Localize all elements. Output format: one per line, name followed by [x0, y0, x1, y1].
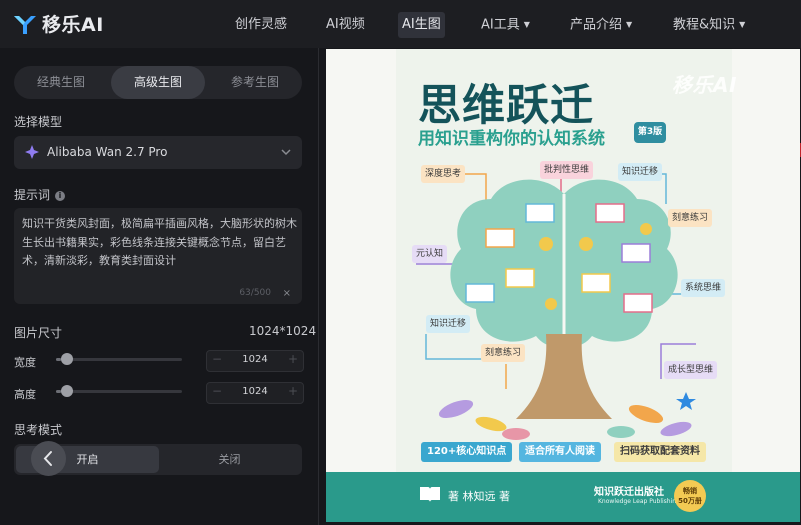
model-star-icon: [24, 144, 40, 164]
width-input[interactable]: 1024: [225, 354, 285, 365]
nav-tutorials[interactable]: 教程&知识 ▼: [673, 12, 745, 38]
tag-deep-thinking: 深度思考: [421, 165, 466, 183]
brand-name: 移乐AI: [42, 14, 104, 36]
pill-qr-resources: 扫码获取配套资料: [614, 442, 706, 462]
clear-icon[interactable]: ×: [283, 288, 291, 299]
nav-label: AI工具: [481, 17, 520, 33]
prompt-label: 提示词 i: [14, 186, 66, 203]
prompt-label-text: 提示词: [14, 188, 51, 202]
tag-critical-thinking: 批判性思维: [540, 161, 594, 179]
tab-classic[interactable]: 经典生图: [14, 66, 108, 99]
badge-line-1: 畅销: [683, 487, 697, 495]
publisher-name: 知识跃迁出版社: [594, 487, 664, 498]
model-label: 选择模型: [14, 115, 63, 129]
watermark: 移乐AI: [672, 73, 737, 97]
prompt-text[interactable]: 知识干货类风封面，极简扁平插画风格，大脑形状的树木生长出书籍果实，彩色线条连接关…: [22, 215, 300, 271]
model-value: Alibaba Wan 2.7 Pro: [47, 145, 168, 159]
minus-icon[interactable]: −: [209, 384, 225, 398]
nav-label: AI视频: [326, 17, 365, 32]
nav-ai-image[interactable]: AI生图: [398, 12, 445, 38]
info-icon[interactable]: i: [55, 191, 66, 201]
height-slider-handle[interactable]: [61, 385, 73, 397]
back-button[interactable]: [31, 441, 66, 476]
cover-footer: 著 林知远 著 知识跃迁出版社 Knowledge Leap Publishin…: [326, 472, 800, 522]
nav-products[interactable]: 产品介绍 ▼: [570, 12, 632, 38]
bestseller-badge: 畅销 50万册: [674, 480, 706, 512]
size-label: 图片尺寸: [14, 326, 63, 340]
chevron-down-icon: [279, 144, 293, 163]
prompt-textarea[interactable]: 知识干货类风封面，极简扁平插画风格，大脑形状的树木生长出书籍果实，彩色线条连接关…: [14, 208, 302, 304]
tag-knowledge-transfer: 知识迁移: [618, 163, 663, 181]
tag-deliberate-practice-2: 刻意练习: [481, 344, 526, 362]
pill-audience: 适合所有人阅读: [519, 442, 601, 462]
thinking-off-button[interactable]: 关闭: [159, 446, 300, 473]
generated-image[interactable]: 思维跃迁 用知识重构你的认知系统 第3版 移乐AI 深度思考 批判性思维 知识迁…: [326, 49, 800, 522]
plus-icon[interactable]: +: [285, 384, 301, 398]
nav-label: 教程&知识: [673, 17, 736, 33]
height-slider[interactable]: [56, 385, 182, 397]
badge-line-2: 50万册: [678, 497, 702, 505]
pill-knowledge-points: 120+核心知识点: [421, 442, 513, 462]
caret-down-icon: ▼: [523, 20, 530, 29]
mode-tabs: 经典生图 高级生图 参考生图: [14, 66, 302, 99]
nav-inspiration[interactable]: 创作灵感: [235, 12, 287, 38]
tab-advanced[interactable]: 高级生图: [111, 66, 205, 99]
width-stepper[interactable]: − 1024 +: [206, 350, 304, 372]
height-input[interactable]: 1024: [225, 386, 285, 397]
nav-label: AI生图: [402, 17, 441, 32]
top-header: 移乐AI 创作灵感 AI视频 AI生图 AI工具 ▼ 产品介绍 ▼ 教程&知识 ▼: [0, 0, 801, 48]
tab-reference[interactable]: 参考生图: [208, 66, 302, 99]
brand-mark-icon: [14, 15, 36, 34]
tag-knowledge-transfer-2: 知识迁移: [426, 315, 471, 333]
thinking-label: 思考模式: [14, 423, 63, 437]
height-stepper[interactable]: − 1024 +: [206, 382, 304, 404]
model-select[interactable]: Alibaba Wan 2.7 Pro: [14, 136, 302, 169]
caret-down-icon: ▼: [739, 20, 746, 29]
tag-metacognition: 元认知: [412, 245, 448, 263]
caret-down-icon: ▼: [626, 20, 633, 29]
plus-icon[interactable]: +: [285, 352, 301, 366]
minus-icon[interactable]: −: [209, 352, 225, 366]
tag-growth-mindset: 成长型思维: [664, 361, 718, 379]
book-icon: [420, 487, 440, 502]
edition-badge: 第3版: [634, 122, 666, 143]
tag-deliberate-practice: 刻意练习: [668, 209, 713, 227]
brand-logo[interactable]: 移乐AI: [12, 10, 104, 37]
width-slider[interactable]: [56, 353, 182, 365]
tag-systems-thinking: 系统思维: [681, 279, 726, 297]
size-value: 1024*1024: [249, 324, 317, 338]
author-line: 著 林知远 著: [448, 490, 510, 503]
nav-label: 创作灵感: [235, 17, 288, 32]
height-label: 高度: [14, 388, 36, 401]
publisher-english: Knowledge Leap Publishing: [598, 498, 680, 505]
chevron-left-icon: [43, 451, 52, 466]
nav-label: 产品介绍: [570, 17, 623, 33]
nav-ai-video[interactable]: AI视频: [326, 12, 365, 38]
width-label: 宽度: [14, 356, 36, 369]
char-count: 63/500: [239, 288, 271, 298]
width-slider-handle[interactable]: [61, 353, 73, 365]
nav-ai-tools[interactable]: AI工具 ▼: [481, 12, 530, 38]
